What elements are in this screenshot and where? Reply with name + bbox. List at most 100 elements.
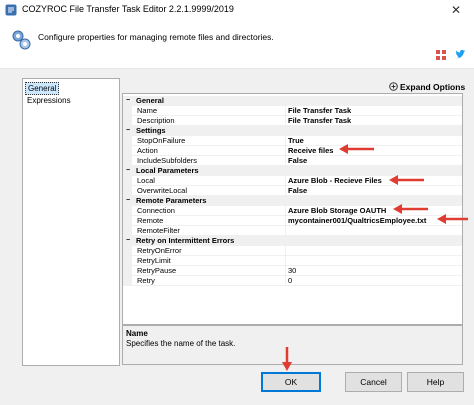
property-value[interactable]: Azure Blob Storage OAUTH [288, 206, 386, 216]
property-value[interactable]: File Transfer Task [288, 116, 351, 126]
grid-row-gutter [123, 276, 132, 285]
app-icon [5, 4, 17, 16]
grid-column-separator [285, 186, 286, 195]
grid-column-separator [285, 216, 286, 225]
help-button[interactable]: Help [407, 372, 464, 392]
window-title: COZYROC File Transfer Task Editor 2.2.1.… [22, 4, 234, 14]
description-title: Name [126, 329, 148, 338]
twitter-icon[interactable] [455, 49, 466, 61]
property-name[interactable]: Remote [137, 216, 163, 226]
gears-icon [12, 30, 31, 50]
property-name[interactable]: StopOnFailure [137, 136, 185, 146]
property-name[interactable]: Action [137, 146, 158, 156]
grid-property-row[interactable]: RetryLimit [123, 256, 462, 266]
grid-row-gutter [123, 246, 132, 255]
grid-property-row[interactable]: OverwriteLocal False [123, 186, 462, 196]
close-button[interactable]: ✕ [443, 2, 469, 18]
grid-column-separator [285, 256, 286, 265]
annotation-arrow-ok [282, 347, 292, 371]
grid-column-separator [285, 146, 286, 155]
title-bar: COZYROC File Transfer Task Editor 2.2.1.… [0, 0, 474, 20]
collapse-toggle-icon[interactable]: − [124, 196, 132, 206]
expand-options-button[interactable]: Expand Options [389, 81, 465, 93]
nav-item-expressions[interactable]: Expressions [25, 95, 73, 106]
grid-column-separator [285, 156, 286, 165]
ok-button[interactable]: OK [261, 372, 321, 392]
property-value[interactable]: Receive files [288, 146, 333, 156]
grid-category[interactable]: − Retry on Intermittent Errors [123, 236, 462, 246]
grid-row-gutter [123, 106, 132, 115]
grid-column-separator [285, 206, 286, 215]
header-description: Configure properties for managing remote… [38, 32, 274, 42]
annotation-arrow-remote [437, 214, 468, 224]
property-name[interactable]: RemoteFilter [137, 226, 180, 236]
cancel-button[interactable]: Cancel [345, 372, 402, 392]
grid-row-gutter [123, 146, 132, 155]
annotation-arrow-action [339, 144, 374, 154]
property-value[interactable]: True [288, 136, 304, 146]
grid-property-row[interactable]: IncludeSubfolders False [123, 156, 462, 166]
property-name[interactable]: Name [137, 106, 157, 116]
grid-property-row[interactable]: RetryPause 30 [123, 266, 462, 276]
property-name[interactable]: RetryLimit [137, 256, 171, 266]
grid-row-gutter [123, 226, 132, 235]
collapse-toggle-icon[interactable]: − [124, 96, 132, 106]
grid-property-row[interactable]: Description File Transfer Task [123, 116, 462, 126]
property-value[interactable]: mycontainer001/QualtricsEmployee.txt [288, 216, 426, 226]
grid-property-row[interactable]: Remote mycontainer001/QualtricsEmployee.t… [123, 216, 462, 226]
nav-item-general[interactable]: General [25, 82, 60, 95]
grid-column-separator [285, 266, 286, 275]
collapse-toggle-icon[interactable]: − [124, 126, 132, 136]
property-name[interactable]: RetryOnError [137, 246, 182, 256]
grid-row-gutter [123, 176, 132, 185]
property-value[interactable]: 30 [288, 266, 296, 276]
grid-category-label: Remote Parameters [136, 196, 207, 205]
property-name[interactable]: OverwriteLocal [137, 186, 187, 196]
collapse-toggle-icon[interactable]: − [124, 166, 132, 176]
grid-property-row[interactable]: Retry 0 [123, 276, 462, 286]
grid-column-separator [285, 226, 286, 235]
grid-row-gutter [123, 216, 132, 225]
grid-category[interactable]: − Settings [123, 126, 462, 136]
property-name[interactable]: Connection [137, 206, 175, 216]
property-name[interactable]: Local [137, 176, 155, 186]
property-value[interactable]: Azure Blob - Recieve Files [288, 176, 382, 186]
cozyroc-logo-icon[interactable] [436, 50, 446, 60]
grid-column-separator [285, 106, 286, 115]
property-value[interactable]: 0 [288, 276, 292, 286]
property-name[interactable]: Retry [137, 276, 155, 286]
grid-row-gutter [123, 266, 132, 275]
grid-property-row[interactable]: StopOnFailure True [123, 136, 462, 146]
property-value[interactable]: File Transfer Task [288, 106, 351, 116]
grid-category-label: General [136, 96, 164, 105]
property-value[interactable]: False [288, 156, 307, 166]
grid-property-row[interactable]: Name File Transfer Task [123, 106, 462, 116]
grid-row-gutter [123, 256, 132, 265]
property-name[interactable]: IncludeSubfolders [137, 156, 197, 166]
grid-row-gutter [123, 186, 132, 195]
description-text: Specifies the name of the task. [126, 339, 236, 348]
grid-column-separator [285, 116, 286, 125]
annotation-arrow-local [389, 175, 424, 185]
page-navigation-list: General Expressions [22, 78, 120, 366]
grid-row-gutter [123, 206, 132, 215]
grid-property-row[interactable]: RemoteFilter [123, 226, 462, 236]
grid-column-separator [285, 176, 286, 185]
expand-options-label: Expand Options [400, 82, 466, 92]
grid-category-label: Retry on Intermittent Errors [136, 236, 235, 245]
grid-row-gutter [123, 116, 132, 125]
property-name[interactable]: Description [137, 116, 175, 126]
grid-column-separator [285, 246, 286, 255]
grid-column-separator [285, 136, 286, 145]
collapse-toggle-icon[interactable]: − [124, 236, 132, 246]
dialog-header: Configure properties for managing remote… [0, 20, 474, 69]
grid-property-row[interactable]: RetryOnError [123, 246, 462, 256]
property-value[interactable]: False [288, 186, 307, 196]
annotation-arrow-connection [393, 204, 428, 214]
grid-row-gutter [123, 156, 132, 165]
grid-category[interactable]: − General [123, 96, 462, 106]
grid-property-row[interactable]: Action Receive files [123, 146, 462, 156]
expand-icon [389, 82, 398, 91]
property-name[interactable]: RetryPause [137, 266, 176, 276]
grid-column-separator [285, 276, 286, 285]
